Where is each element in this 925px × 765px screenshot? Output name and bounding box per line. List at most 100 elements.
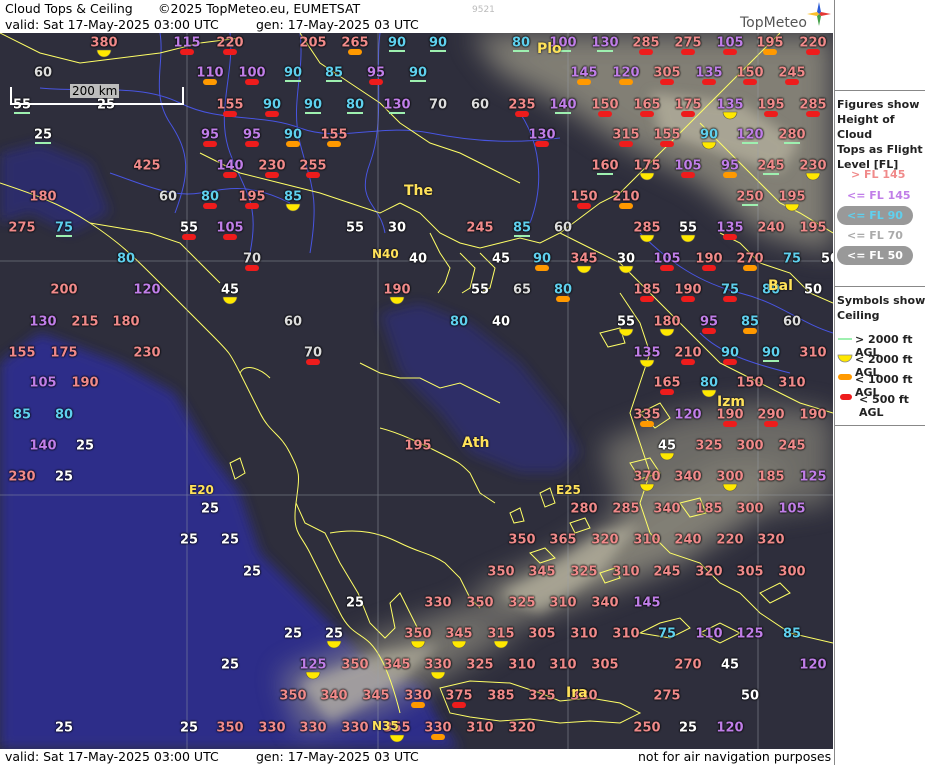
cloud-top-label: 140	[216, 158, 244, 174]
cloud-top-label: 280	[778, 127, 806, 143]
ceiling-symbol-lt2000-icon	[576, 265, 592, 274]
cloud-top-label: 280	[570, 501, 598, 517]
cloud-top-label: 150	[736, 375, 764, 391]
legend-ceil-lt1000-icon	[838, 374, 852, 380]
cloud-top-label: 90	[532, 251, 552, 267]
ceiling-symbol-lt2000-icon	[285, 203, 301, 212]
cloud-top-label: 330	[424, 595, 452, 611]
cloud-top-label: 105	[778, 501, 806, 517]
cloud-top-label: 115	[173, 35, 201, 51]
ceiling-symbol-lt2000-icon	[618, 328, 634, 337]
cloud-top-label: 425	[133, 158, 161, 174]
cloud-top-label: 80	[699, 375, 719, 391]
cloud-top-label: 90	[428, 35, 448, 51]
cloud-top-label: 350	[466, 595, 494, 611]
cloud-top-label: 285	[633, 220, 661, 236]
cloud-tops-map[interactable]: 380 115 220 205 265 90 90 80 100 130 285 275 105 195 2…	[0, 33, 833, 749]
cloud-top-label: 245	[653, 564, 681, 580]
cloud-top-label: 190	[716, 407, 744, 423]
cloud-top-label: 80	[54, 407, 74, 423]
cloud-top-label: 310	[549, 657, 577, 673]
cloud-top-label: 60	[470, 97, 490, 113]
cloud-top-label: 195	[799, 220, 827, 236]
cloud-top-label: 135	[716, 97, 744, 113]
map-title: Cloud Tops & Ceiling	[5, 1, 133, 16]
cloud-top-label: 80	[345, 97, 365, 113]
cloud-top-label: 235	[508, 97, 536, 113]
cloud-top-label: 55	[470, 282, 490, 298]
cloud-top-label: 285	[612, 501, 640, 517]
ceiling-symbol-lt2000-icon	[389, 296, 405, 305]
ceiling-symbol-lt2000-icon	[493, 640, 509, 649]
legend-fl-le70: <= FL 70	[847, 229, 903, 242]
ceiling-symbol-lt2000-icon	[701, 389, 717, 398]
cloud-top-label: 330	[341, 720, 369, 736]
cloud-top-label: 345	[528, 564, 556, 580]
cloud-top-label: 175	[633, 158, 661, 174]
scale-label: 200 km	[70, 84, 120, 98]
legend-fl-gt145: > FL 145	[851, 168, 906, 181]
ceiling-symbol-lt2000-icon	[410, 640, 426, 649]
cloud-top-label: 135	[695, 65, 723, 81]
cloud-top-label: 110	[695, 626, 723, 642]
cloud-top-label: 185	[757, 469, 785, 485]
cloud-top-label: 300	[778, 564, 806, 580]
cloud-top-label: 230	[133, 345, 161, 361]
cloud-top-label: 70	[428, 97, 448, 113]
map-footer: valid: Sat 17-May-2025 03:00 UTC gen: 17…	[0, 749, 833, 765]
cloud-top-label: 155	[320, 127, 348, 143]
cloud-top-label: 350	[216, 720, 244, 736]
cloud-top-label: 345	[383, 657, 411, 673]
cloud-top-label: 25	[324, 626, 344, 642]
cloud-top-label: 105	[674, 158, 702, 174]
cloud-top-label: 195	[404, 438, 432, 454]
cloud-top-label: 150	[736, 65, 764, 81]
cloud-top-label: 190	[799, 407, 827, 423]
cloud-top-label: 25	[283, 626, 303, 642]
cloud-top-label: 210	[612, 189, 640, 205]
cloud-top-label: 90	[303, 97, 323, 113]
cloud-top-label: 90	[283, 127, 303, 143]
compass-logo-icon	[807, 2, 831, 26]
cloud-top-label: 330	[258, 720, 286, 736]
cloud-top-label: 320	[508, 720, 536, 736]
ceiling-symbol-lt2000-icon	[639, 172, 655, 181]
cloud-top-label: 325	[695, 438, 723, 454]
cloud-top-label: 50	[803, 282, 823, 298]
ceiling-symbol-lt2000-icon	[701, 141, 717, 150]
cloud-top-label: 345	[445, 626, 473, 642]
ceiling-symbol-lt2000-icon	[680, 234, 696, 243]
cloud-top-label: 330	[424, 720, 452, 736]
cloud-top-label: 120	[674, 407, 702, 423]
cloud-top-label: 100	[238, 65, 266, 81]
cloud-top-label: 310	[549, 595, 577, 611]
legend-panel: Figures show Height of Cloud Tops as Fli…	[834, 0, 925, 765]
cloud-top-label: 145	[570, 65, 598, 81]
cloud-top-label: 340	[320, 688, 348, 704]
cloud-top-label: 385	[487, 688, 515, 704]
cloud-top-label: 50	[820, 251, 833, 267]
cloud-top-label: 25	[200, 501, 220, 517]
cloud-top-label: 250	[633, 720, 661, 736]
ceiling-symbol-lt2000-icon	[722, 111, 738, 120]
cloud-top-label: 40	[408, 251, 428, 267]
cloud-top-label: 25	[179, 720, 199, 736]
ceiling-symbol-lt2000-icon	[639, 483, 655, 492]
cloud-top-label: 220	[716, 532, 744, 548]
ceiling-symbol-lt2000-icon	[805, 172, 821, 181]
cloud-top-label: 125	[736, 626, 764, 642]
cloud-top-label: 325	[528, 688, 556, 704]
cloud-top-label: 325	[466, 657, 494, 673]
cloud-top-label: 85	[283, 189, 303, 205]
cloud-top-label: 85	[782, 626, 802, 642]
cloud-top-label: 120	[133, 282, 161, 298]
cloud-top-label: 190	[71, 375, 99, 391]
cloud-top-label: 305	[736, 564, 764, 580]
cloud-top-label: 80	[511, 35, 531, 51]
cloud-top-label: 190	[383, 282, 411, 298]
copyright-text: ©2025 TopMeteo.eu, EUMETSAT	[158, 1, 361, 16]
cloud-top-label: 315	[487, 626, 515, 642]
cloud-top-label: 80	[553, 282, 573, 298]
cloud-top-label: 310	[612, 626, 640, 642]
cloud-top-label: 270	[674, 657, 702, 673]
